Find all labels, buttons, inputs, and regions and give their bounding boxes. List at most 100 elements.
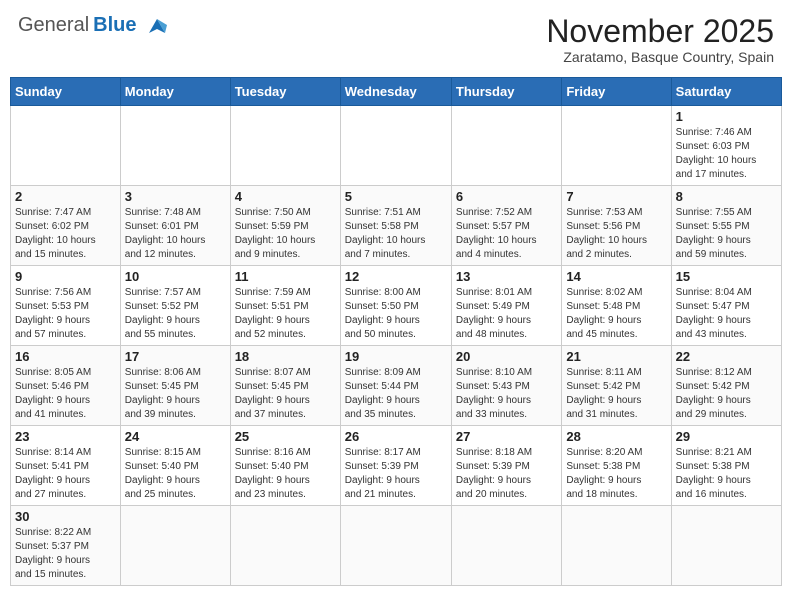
day-number: 2 [15,189,116,204]
day-info: Sunrise: 7:53 AM Sunset: 5:56 PM Dayligh… [566,206,666,262]
day-info: Sunrise: 7:57 AM Sunset: 5:52 PM Dayligh… [125,286,226,342]
day-number: 10 [125,269,226,284]
calendar-cell [340,506,451,586]
day-number: 13 [456,269,557,284]
day-number: 22 [676,349,777,364]
calendar-cell: 16 Sunrise: 8:05 AM Sunset: 5:46 PM Dayli… [11,346,121,426]
calendar-cell [671,506,781,586]
calendar-table: SundayMondayTuesdayWednesdayThursdayFrid… [10,77,782,586]
day-info: Sunrise: 8:06 AM Sunset: 5:45 PM Dayligh… [125,366,226,422]
day-info: Sunrise: 8:07 AM Sunset: 5:45 PM Dayligh… [235,366,336,422]
calendar-cell: 15 Sunrise: 8:04 AM Sunset: 5:47 PM Dayli… [671,266,781,346]
day-info: Sunrise: 8:14 AM Sunset: 5:41 PM Dayligh… [15,446,116,502]
calendar-cell [120,506,230,586]
calendar-cell: 4Sunrise: 7:50 AM Sunset: 5:59 PM Daylig… [230,186,340,266]
calendar-cell: 9Sunrise: 7:56 AM Sunset: 5:53 PM Daylig… [11,266,121,346]
day-info: Sunrise: 8:01 AM Sunset: 5:49 PM Dayligh… [456,286,557,342]
calendar-cell: 25 Sunrise: 8:16 AM Sunset: 5:40 PM Dayli… [230,426,340,506]
day-info: Sunrise: 8:18 AM Sunset: 5:39 PM Dayligh… [456,446,557,502]
calendar-cell [340,106,451,186]
day-info: Sunrise: 7:55 AM Sunset: 5:55 PM Dayligh… [676,206,777,262]
calendar-week-row: 2 Sunrise: 7:47 AM Sunset: 6:02 PM Daylig… [11,186,782,266]
day-info: Sunrise: 7:48 AM Sunset: 6:01 PM Dayligh… [125,206,226,262]
day-info: Sunrise: 8:16 AM Sunset: 5:40 PM Dayligh… [235,446,336,502]
day-number: 15 [676,269,777,284]
day-number: 30 [15,509,116,524]
calendar-cell: 17Sunrise: 8:06 AM Sunset: 5:45 PM Dayli… [120,346,230,426]
column-header-monday: Monday [120,78,230,106]
day-number: 9 [15,269,116,284]
calendar-cell: 8Sunrise: 7:55 AM Sunset: 5:55 PM Daylig… [671,186,781,266]
page-header: General Blue November 2025 Zaratamo, Bas… [10,10,782,69]
month-title: November 2025 [546,14,774,49]
day-number: 25 [235,429,336,444]
calendar-cell: 22Sunrise: 8:12 AM Sunset: 5:42 PM Dayli… [671,346,781,426]
calendar-cell [562,506,671,586]
day-info: Sunrise: 8:10 AM Sunset: 5:43 PM Dayligh… [456,366,557,422]
day-info: Sunrise: 8:11 AM Sunset: 5:42 PM Dayligh… [566,366,666,422]
day-number: 18 [235,349,336,364]
calendar-cell: 5Sunrise: 7:51 AM Sunset: 5:58 PM Daylig… [340,186,451,266]
calendar-cell: 6Sunrise: 7:52 AM Sunset: 5:57 PM Daylig… [451,186,561,266]
column-header-tuesday: Tuesday [230,78,340,106]
calendar-header-row: SundayMondayTuesdayWednesdayThursdayFrid… [11,78,782,106]
column-header-wednesday: Wednesday [340,78,451,106]
calendar-cell: 10 Sunrise: 7:57 AM Sunset: 5:52 PM Dayli… [120,266,230,346]
day-number: 16 [15,349,116,364]
day-number: 23 [15,429,116,444]
calendar-cell: 19 Sunrise: 8:09 AM Sunset: 5:44 PM Dayli… [340,346,451,426]
column-header-sunday: Sunday [11,78,121,106]
calendar-cell: 27 Sunrise: 8:18 AM Sunset: 5:39 PM Dayli… [451,426,561,506]
calendar-cell [120,106,230,186]
column-header-saturday: Saturday [671,78,781,106]
calendar-cell: 24Sunrise: 8:15 AM Sunset: 5:40 PM Dayli… [120,426,230,506]
day-number: 29 [676,429,777,444]
day-info: Sunrise: 8:20 AM Sunset: 5:38 PM Dayligh… [566,446,666,502]
logo-general-text: General [18,14,89,37]
day-info: Sunrise: 8:02 AM Sunset: 5:48 PM Dayligh… [566,286,666,342]
calendar-cell: 21 Sunrise: 8:11 AM Sunset: 5:42 PM Dayli… [562,346,671,426]
day-number: 5 [345,189,447,204]
calendar-cell: 23 Sunrise: 8:14 AM Sunset: 5:41 PM Dayli… [11,426,121,506]
calendar-week-row: 23 Sunrise: 8:14 AM Sunset: 5:41 PM Dayli… [11,426,782,506]
day-number: 19 [345,349,447,364]
location-text: Zaratamo, Basque Country, Spain [546,49,774,65]
day-number: 1 [676,109,777,124]
day-info: Sunrise: 7:46 AM Sunset: 6:03 PM Dayligh… [676,126,777,182]
calendar-week-row: 30 Sunrise: 8:22 AM Sunset: 5:37 PM Dayli… [11,506,782,586]
day-number: 26 [345,429,447,444]
calendar-cell: 12Sunrise: 8:00 AM Sunset: 5:50 PM Dayli… [340,266,451,346]
calendar-cell [11,106,121,186]
calendar-cell [230,506,340,586]
calendar-cell: 18 Sunrise: 8:07 AM Sunset: 5:45 PM Dayli… [230,346,340,426]
day-number: 24 [125,429,226,444]
calendar-cell: 28Sunrise: 8:20 AM Sunset: 5:38 PM Dayli… [562,426,671,506]
calendar-cell: 1 Sunrise: 7:46 AM Sunset: 6:03 PM Daylig… [671,106,781,186]
day-number: 14 [566,269,666,284]
calendar-week-row: 1 Sunrise: 7:46 AM Sunset: 6:03 PM Daylig… [11,106,782,186]
day-info: Sunrise: 8:21 AM Sunset: 5:38 PM Dayligh… [676,446,777,502]
day-info: Sunrise: 7:59 AM Sunset: 5:51 PM Dayligh… [235,286,336,342]
logo-bird-icon [141,15,173,37]
calendar-cell: 3Sunrise: 7:48 AM Sunset: 6:01 PM Daylig… [120,186,230,266]
day-number: 21 [566,349,666,364]
calendar-cell [230,106,340,186]
calendar-cell: 7 Sunrise: 7:53 AM Sunset: 5:56 PM Daylig… [562,186,671,266]
day-number: 12 [345,269,447,284]
day-info: Sunrise: 8:22 AM Sunset: 5:37 PM Dayligh… [15,526,116,582]
day-info: Sunrise: 8:05 AM Sunset: 5:46 PM Dayligh… [15,366,116,422]
title-block: November 2025 Zaratamo, Basque Country, … [546,14,774,65]
calendar-cell [562,106,671,186]
day-number: 7 [566,189,666,204]
calendar-cell: 29 Sunrise: 8:21 AM Sunset: 5:38 PM Dayli… [671,426,781,506]
day-info: Sunrise: 8:09 AM Sunset: 5:44 PM Dayligh… [345,366,447,422]
column-header-thursday: Thursday [451,78,561,106]
calendar-cell: 30 Sunrise: 8:22 AM Sunset: 5:37 PM Dayli… [11,506,121,586]
day-info: Sunrise: 8:04 AM Sunset: 5:47 PM Dayligh… [676,286,777,342]
calendar-cell: 14 Sunrise: 8:02 AM Sunset: 5:48 PM Dayli… [562,266,671,346]
calendar-cell: 13 Sunrise: 8:01 AM Sunset: 5:49 PM Dayli… [451,266,561,346]
calendar-cell [451,506,561,586]
day-info: Sunrise: 7:47 AM Sunset: 6:02 PM Dayligh… [15,206,116,262]
logo: General Blue [18,14,173,37]
day-number: 27 [456,429,557,444]
